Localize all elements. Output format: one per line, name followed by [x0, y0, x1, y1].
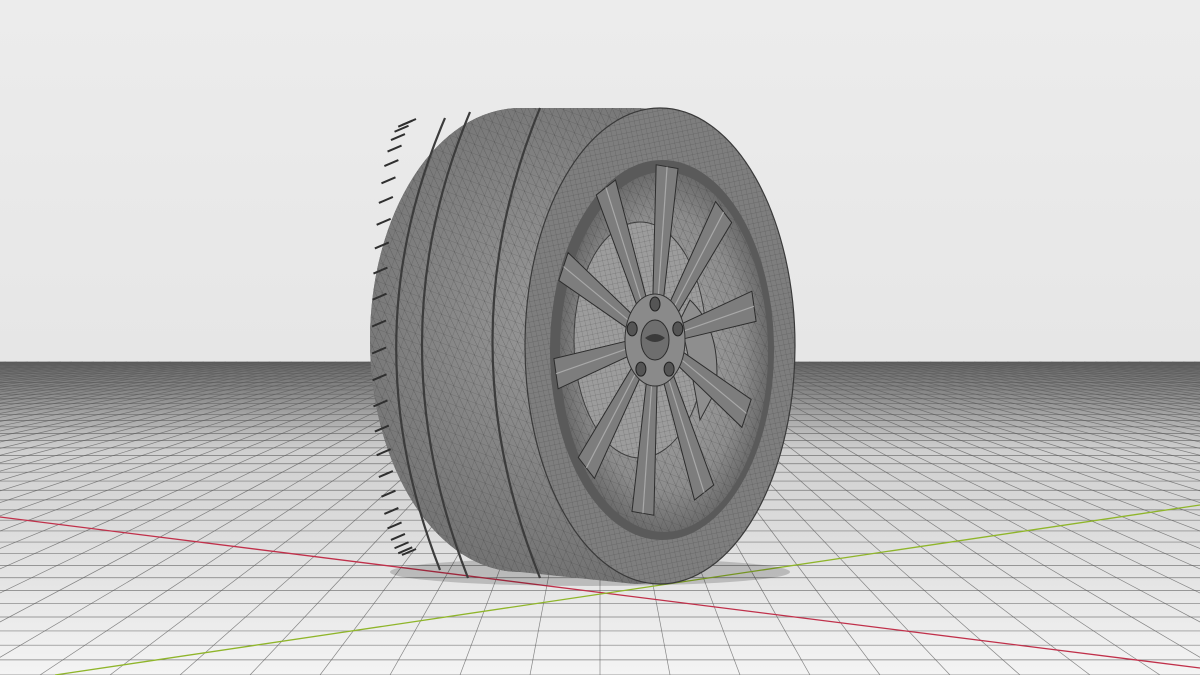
tread-sipe: [378, 196, 394, 204]
tread-sipe: [397, 119, 413, 128]
tread-sipe: [381, 176, 396, 185]
lug-nut: [635, 361, 647, 377]
viewport-canvas[interactable]: [0, 0, 1200, 675]
3d-viewport[interactable]: [0, 0, 1200, 675]
tread-sipe: [383, 159, 399, 167]
tread-sipe: [376, 217, 392, 226]
tread-sipe: [394, 124, 409, 133]
lug-nut: [649, 296, 661, 312]
tread-sipe: [387, 144, 402, 153]
wheel-object[interactable]: [550, 160, 774, 540]
lug-nut: [626, 321, 638, 337]
lug-nut: [672, 321, 684, 337]
lug-nut: [663, 361, 675, 377]
tread-sipe: [390, 133, 406, 142]
